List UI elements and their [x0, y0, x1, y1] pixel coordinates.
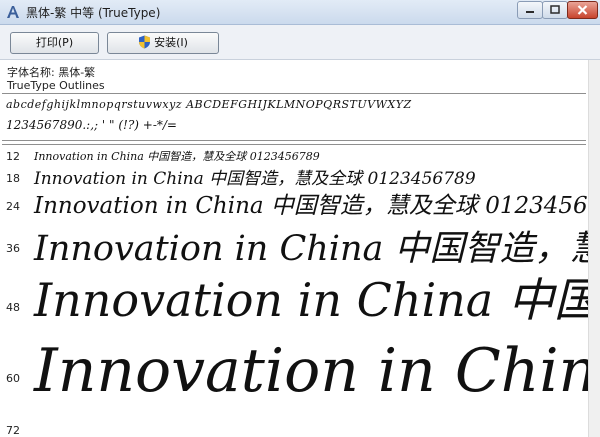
install-button[interactable]: 安装(I) [107, 32, 219, 54]
charset-digits: 1234567890.:,; ' " (!?) +-*/= [6, 118, 177, 132]
divider [2, 140, 586, 141]
size-label-24: 24 [6, 200, 20, 213]
divider [2, 93, 586, 94]
window-title: 黑体-繁 中等 (TrueType) [26, 6, 161, 20]
size-label-12: 12 [6, 150, 20, 163]
sample-text-24: Innovation in China 中国智造，慧及全球 0123456789 [34, 193, 588, 219]
size-label-48: 48 [6, 301, 20, 314]
title-bar: 黑体-繁 中等 (TrueType) [0, 0, 600, 25]
install-button-label: 安装(I) [154, 36, 188, 49]
charset-letters: abcdefghijklmnopqrstuvwxyz ABCDEFGHIJKLM… [6, 98, 412, 111]
maximize-icon [550, 5, 560, 14]
font-name-line: 字体名称: 黑体-繁 [7, 66, 96, 79]
toolbar: 打印(P) 安装(I) [0, 25, 600, 60]
print-button-label: 打印(P) [35, 36, 74, 49]
sample-text-60: Innovation in China 中 [34, 336, 588, 406]
font-type-line: TrueType Outlines [7, 79, 105, 92]
sample-text-48: Innovation in China 中国智造 [34, 273, 588, 327]
font-viewer-icon [7, 6, 19, 18]
font-preview-pane: 字体名称: 黑体-繁 TrueType Outlines abcdefghijk… [0, 60, 588, 437]
maximize-button[interactable] [542, 1, 568, 19]
size-label-18: 18 [6, 172, 20, 185]
print-button[interactable]: 打印(P) [10, 32, 99, 54]
uac-shield-icon [139, 35, 151, 49]
vertical-scrollbar[interactable] [588, 60, 600, 437]
size-label-72: 72 [6, 424, 20, 437]
divider [2, 144, 586, 145]
size-label-36: 36 [6, 242, 20, 255]
size-label-60: 60 [6, 372, 20, 385]
minimize-button[interactable] [517, 1, 543, 19]
close-button[interactable] [567, 1, 598, 19]
minimize-icon [526, 11, 534, 13]
close-icon [577, 5, 588, 15]
sample-text-12: Innovation in China 中国智造，慧及全球 0123456789 [34, 150, 320, 163]
